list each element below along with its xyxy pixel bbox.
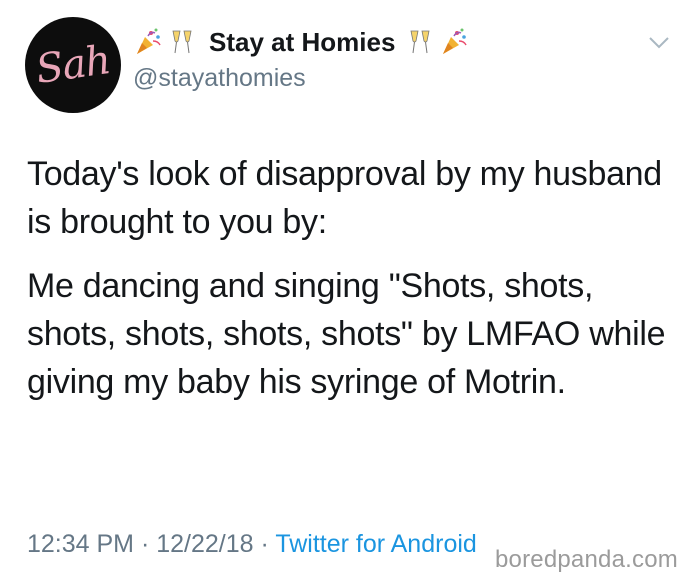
tweet-card: Sah Stay at Homies @stayathomies Today's… [0,0,700,582]
tweet-time[interactable]: 12:34 PM [27,530,134,558]
tweet-text: Today's look of disapproval by my husban… [27,150,677,406]
chevron-down-icon[interactable] [648,36,670,50]
meta-separator: · [134,530,157,558]
avatar-logo-text: Sah [33,37,113,93]
champagne-glasses-icon [410,30,430,54]
tweet-paragraph: Me dancing and singing "Shots, shots, sh… [27,267,666,401]
name-row: Stay at Homies [133,22,633,62]
user-handle[interactable]: @stayathomies [133,64,633,93]
avatar[interactable]: Sah [25,17,121,113]
tweet-source-link[interactable]: Twitter for Android [275,530,476,558]
meta-separator: · [253,530,276,558]
party-popper-icon [137,28,161,54]
tweet-date[interactable]: 12/22/18 [156,530,253,558]
party-popper-icon [443,28,468,54]
tweet-paragraph: Today's look of disapproval by my husban… [27,155,662,241]
watermark: boredpanda.com [495,546,678,573]
tweet-meta: 12:34 PM · 12/22/18 · Twitter for Androi… [27,530,477,559]
display-name[interactable]: Stay at Homies [209,27,395,58]
champagne-glasses-icon [172,30,192,54]
tweet-header: Stay at Homies @stayathomies [133,22,633,94]
